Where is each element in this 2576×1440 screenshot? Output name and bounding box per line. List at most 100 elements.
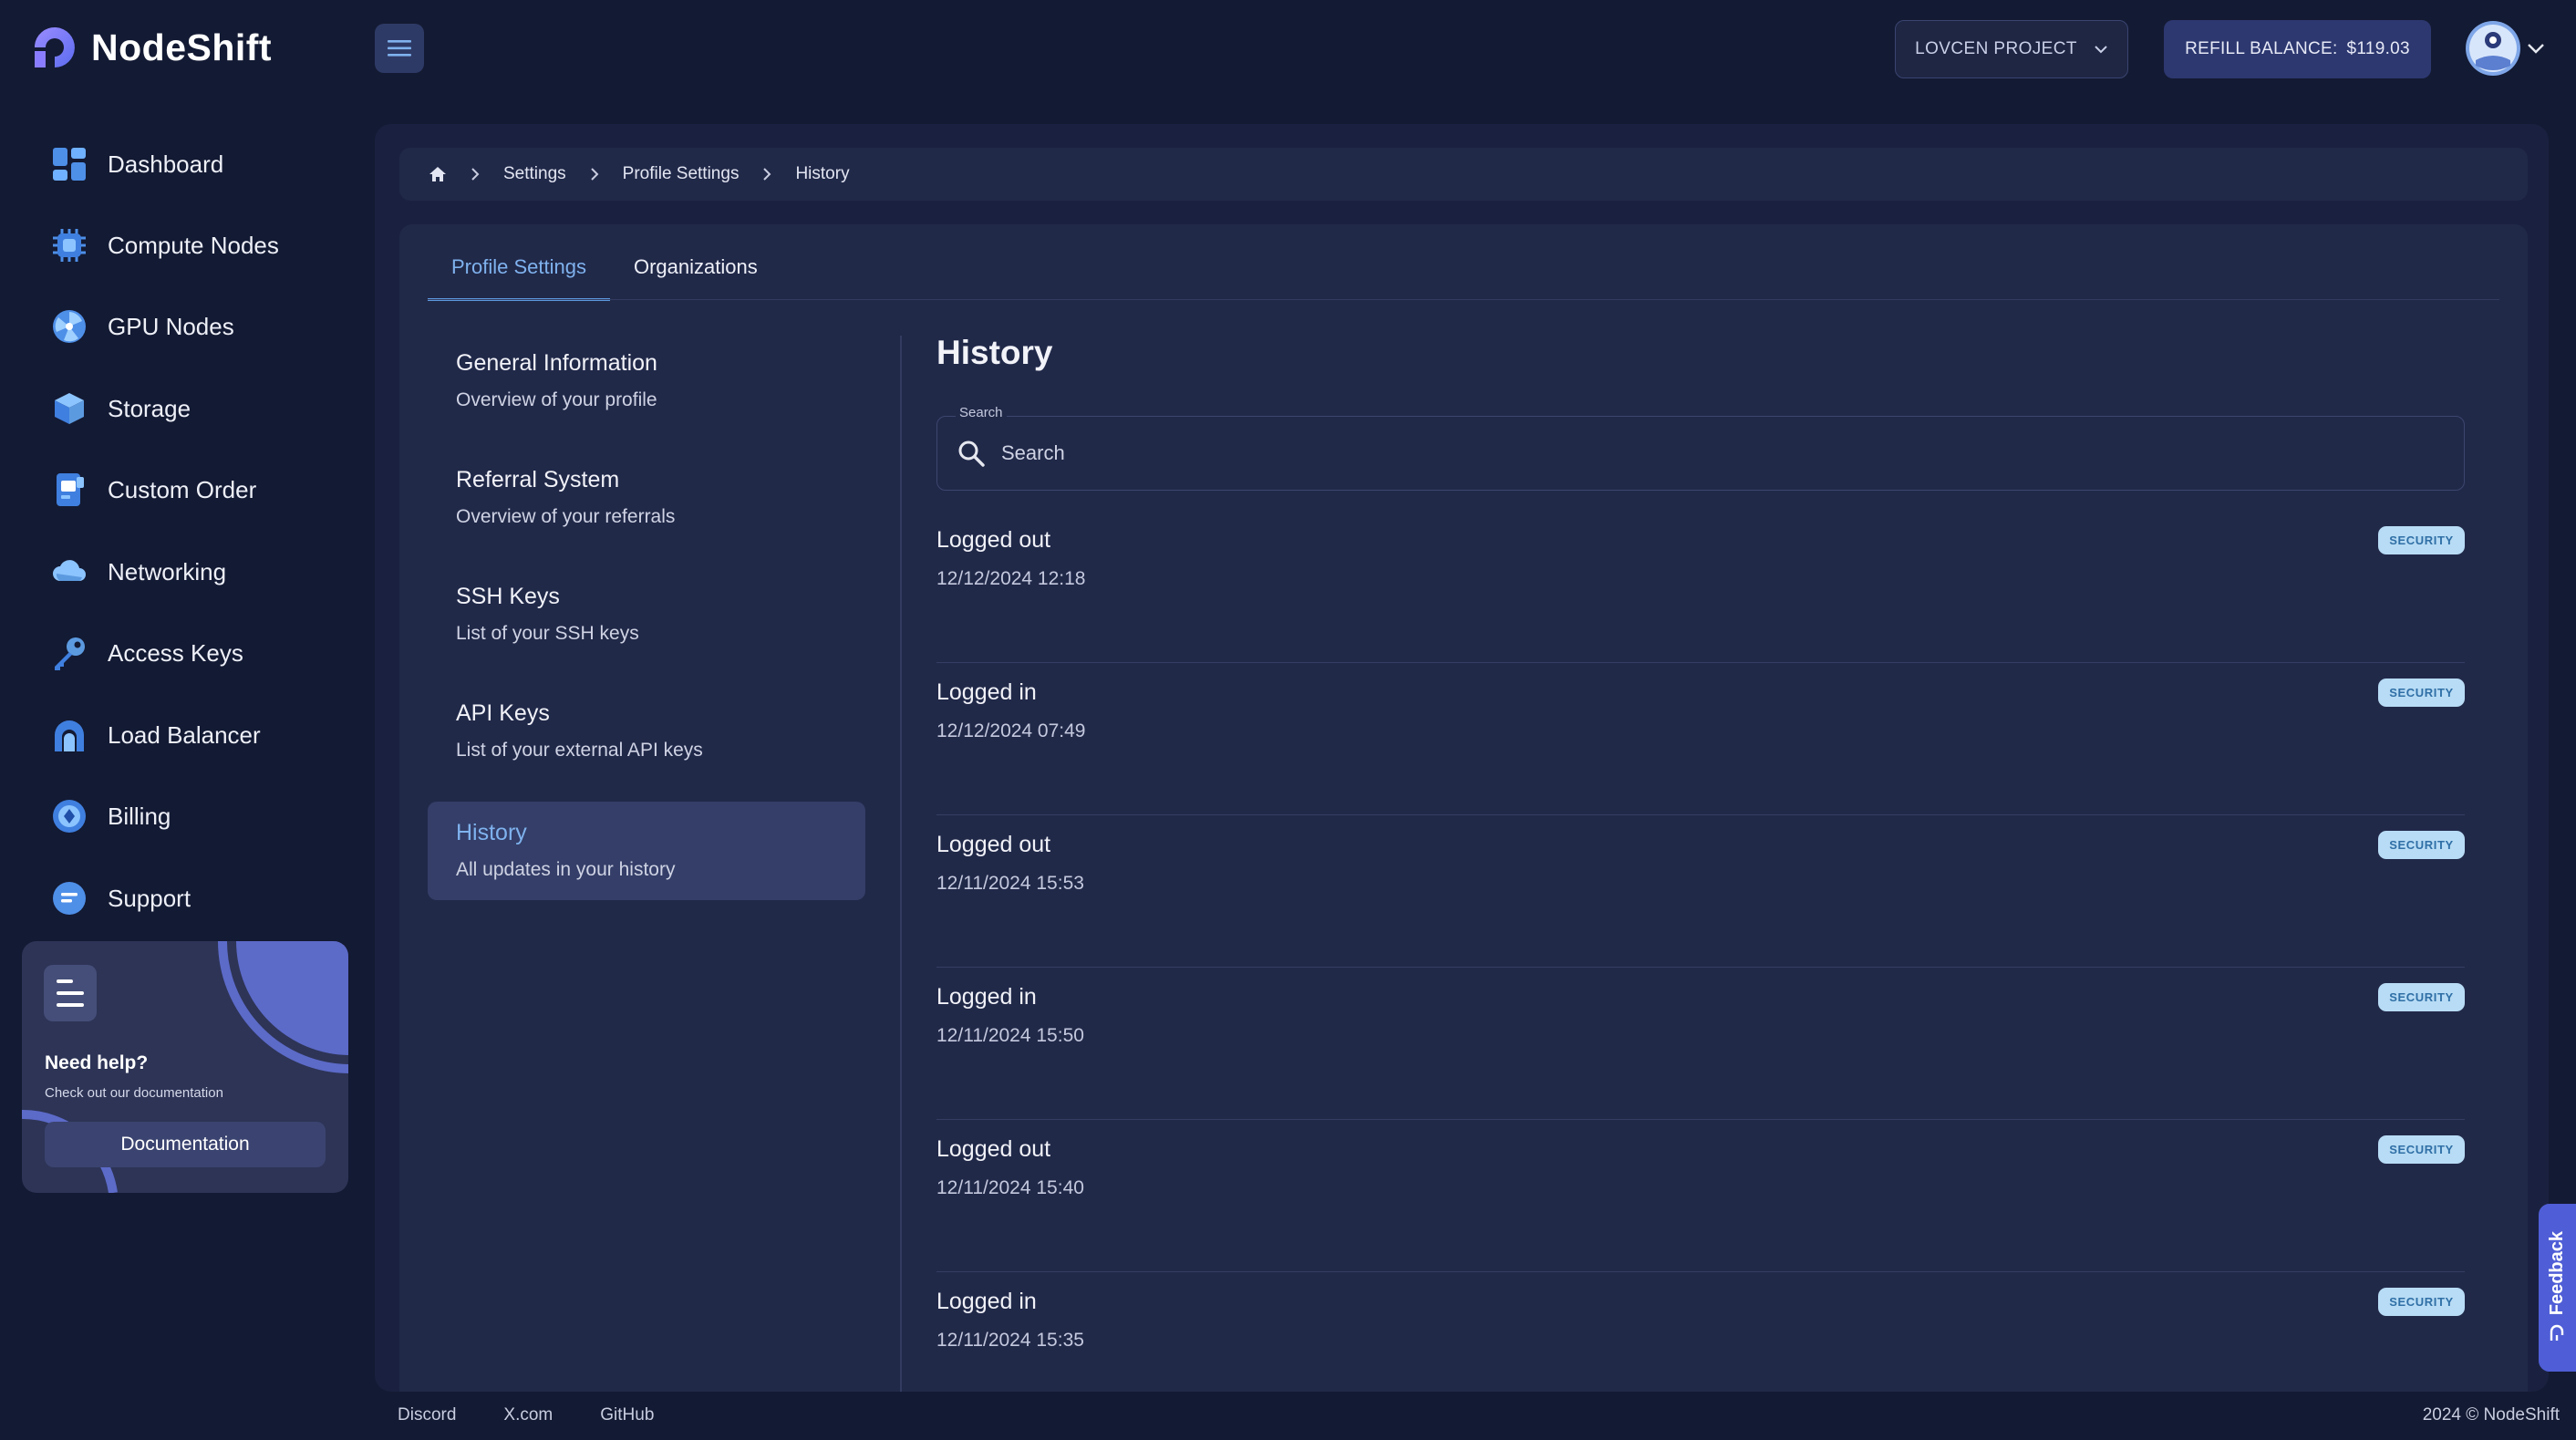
- search-label: Search: [956, 405, 1007, 420]
- entry-timestamp: 12/12/2024 12:18: [936, 568, 1086, 589]
- sidebar-item-compute-nodes[interactable]: Compute Nodes: [51, 218, 352, 273]
- menu-ssh-keys[interactable]: SSH Keys List of your SSH keys: [428, 565, 865, 664]
- breadcrumb-settings[interactable]: Settings: [503, 164, 566, 184]
- feedback-icon: [2550, 1324, 2563, 1342]
- billing-icon: [53, 800, 86, 833]
- app-name: NodeShift: [91, 26, 273, 68]
- entry-title: Logged out: [936, 832, 1051, 857]
- search-icon: [958, 440, 985, 467]
- sidebar-item-label: Compute Nodes: [108, 231, 279, 259]
- entry-timestamp: 12/11/2024 15:53: [936, 873, 1084, 894]
- chevron-right-icon: [471, 168, 480, 181]
- menu-api-keys[interactable]: API Keys List of your external API keys: [428, 682, 865, 781]
- user-menu[interactable]: [2465, 20, 2545, 77]
- entry-timestamp: 12/11/2024 15:50: [936, 1025, 1084, 1046]
- chevron-down-icon: [2095, 46, 2107, 54]
- list-item: Logged out 12/11/2024 15:40 SECURITY: [936, 1120, 2465, 1272]
- sidebar-item-support[interactable]: Support: [51, 871, 352, 926]
- refill-balance-button[interactable]: REFILL BALANCE: $119.03: [2164, 20, 2431, 78]
- status-badge: SECURITY: [2378, 679, 2465, 707]
- entry-title: Logged in: [936, 1289, 1037, 1314]
- list-item: Logged in 12/11/2024 15:50 SECURITY: [936, 968, 2465, 1120]
- menu-general-information[interactable]: General Information Overview of your pro…: [428, 332, 865, 430]
- chevron-right-icon: [763, 168, 771, 181]
- footer-link-discord[interactable]: Discord: [398, 1405, 456, 1425]
- copyright: 2024 © NodeShift: [2422, 1405, 2560, 1424]
- sidebar-item-billing[interactable]: Billing: [51, 789, 352, 844]
- footer-links: Discord X.com GitHub: [398, 1405, 654, 1425]
- entry-timestamp: 12/11/2024 15:40: [936, 1177, 1084, 1198]
- entry-title: Logged in: [936, 679, 1037, 705]
- chat-icon: [53, 882, 86, 915]
- feedback-button[interactable]: Feedback: [2539, 1204, 2576, 1372]
- menu-item-title: General Information: [456, 350, 657, 376]
- help-subtitle: Check out our documentation: [45, 1085, 223, 1101]
- menu-toggle-button[interactable]: [375, 24, 424, 73]
- tab-organizations[interactable]: Organizations: [610, 244, 781, 301]
- hamburger-icon: [388, 40, 411, 57]
- sidebar-item-label: Custom Order: [108, 475, 257, 503]
- entry-title: Logged out: [936, 527, 1051, 553]
- list-item: Logged in 12/12/2024 07:49 SECURITY: [936, 663, 2465, 815]
- help-card: Need help? Check out our documentation D…: [22, 941, 348, 1193]
- dashboard-icon: [53, 148, 86, 181]
- sidebar-item-label: Access Keys: [108, 638, 243, 667]
- menu-item-title: Referral System: [456, 467, 620, 492]
- entry-timestamp: 12/12/2024 07:49: [936, 720, 1086, 741]
- sidebar-item-gpu-nodes[interactable]: GPU Nodes: [51, 299, 352, 354]
- menu-item-subtitle: List of your external API keys: [456, 740, 703, 761]
- menu-item-subtitle: All updates in your history: [456, 859, 676, 880]
- cpu-icon: [53, 229, 86, 262]
- feedback-label: Feedback: [2547, 1230, 2567, 1316]
- sidebar-item-networking[interactable]: Networking: [51, 544, 352, 599]
- avatar: [2466, 21, 2520, 76]
- breadcrumb-profile-settings[interactable]: Profile Settings: [623, 164, 740, 184]
- footer-link-github[interactable]: GitHub: [600, 1405, 654, 1425]
- breadcrumb-history: History: [795, 164, 850, 183]
- project-selector[interactable]: LOVCEN PROJECT: [1895, 20, 2128, 78]
- sidebar-item-dashboard[interactable]: Dashboard: [51, 137, 352, 192]
- sidebar-item-label: Networking: [108, 557, 227, 585]
- menu-referral-system[interactable]: Referral System Overview of your referra…: [428, 449, 865, 547]
- entry-title: Logged out: [936, 1136, 1051, 1162]
- status-badge: SECURITY: [2378, 983, 2465, 1011]
- sidebar-item-custom-order[interactable]: Custom Order: [51, 462, 352, 517]
- sidebar-item-label: Dashboard: [108, 150, 224, 178]
- project-label: LOVCEN PROJECT: [1915, 39, 2077, 58]
- menu-item-title: API Keys: [456, 700, 550, 726]
- refill-label: REFILL BALANCE:: [2185, 39, 2338, 58]
- home-icon[interactable]: [429, 165, 447, 183]
- storage-cube-icon: [55, 393, 84, 424]
- menu-item-title: SSH Keys: [456, 584, 560, 609]
- tab-profile-settings[interactable]: Profile Settings: [428, 244, 610, 301]
- sidebar-item-access-keys[interactable]: Access Keys: [51, 626, 352, 680]
- list-item: Logged out 12/12/2024 12:18 SECURITY: [936, 511, 2465, 663]
- document-icon: [44, 965, 97, 1021]
- breadcrumb: Settings Profile Settings History: [399, 148, 2528, 201]
- gpu-icon: [53, 310, 86, 343]
- sidebar-item-label: GPU Nodes: [108, 312, 234, 340]
- tabs-divider: [428, 299, 2499, 300]
- menu-history[interactable]: History All updates in your history: [428, 802, 865, 900]
- menu-item-subtitle: Overview of your referrals: [456, 506, 676, 527]
- list-item: Logged in 12/11/2024 15:35 SECURITY: [936, 1272, 2465, 1424]
- balance-value: $119.03: [2346, 39, 2410, 58]
- nodeshift-logo-icon: [35, 27, 75, 67]
- entry-timestamp: 12/11/2024 15:35: [936, 1330, 1084, 1351]
- sidebar-item-label: Support: [108, 884, 191, 912]
- sidebar-item-load-balancer[interactable]: Load Balancer: [51, 708, 352, 762]
- settings-tabs: Profile Settings Organizations: [428, 244, 781, 301]
- status-badge: SECURITY: [2378, 1135, 2465, 1164]
- documentation-button[interactable]: Documentation: [45, 1122, 326, 1167]
- footer-link-x[interactable]: X.com: [503, 1405, 553, 1425]
- sidebar-item-storage[interactable]: Storage: [51, 381, 352, 436]
- app-logo[interactable]: NodeShift: [27, 20, 272, 75]
- sidebar-item-label: Billing: [108, 802, 171, 830]
- menu-item-subtitle: List of your SSH keys: [456, 623, 639, 644]
- sidebar-item-label: Storage: [108, 394, 191, 422]
- status-badge: SECURITY: [2378, 526, 2465, 554]
- chevron-down-icon: [2528, 44, 2544, 54]
- status-badge: SECURITY: [2378, 831, 2465, 859]
- search-input[interactable]: Search: [936, 416, 2465, 491]
- page-title: History: [936, 334, 1053, 371]
